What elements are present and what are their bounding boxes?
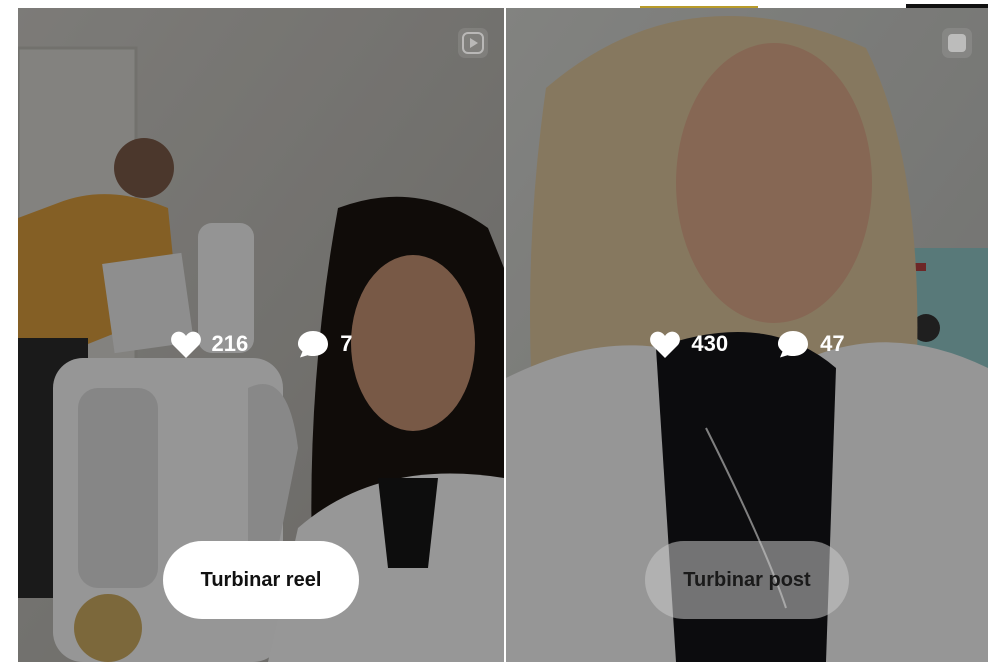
- comment-icon: [298, 331, 329, 358]
- boost-reel-button[interactable]: Turbinar reel: [163, 541, 359, 619]
- carousel-icon: [942, 28, 972, 58]
- comments-count: 7: [340, 331, 353, 356]
- post-grid: 216 7 Turbinar reel 430 47 Turbinar post: [0, 0, 988, 662]
- likes-stat: 216: [170, 324, 249, 364]
- comments-stat: 47: [776, 324, 845, 364]
- reel-icon: [458, 28, 488, 58]
- likes-stat: 430: [649, 324, 728, 364]
- post-stats: 430 47: [506, 324, 988, 364]
- heart-icon: [170, 331, 201, 358]
- grid-tile-post[interactable]: 430 47 Turbinar post: [506, 8, 988, 662]
- comments-stat: 7: [296, 324, 352, 364]
- likes-count: 216: [211, 331, 249, 356]
- boost-post-button[interactable]: Turbinar post: [645, 541, 849, 619]
- likes-count: 430: [691, 331, 729, 356]
- comment-icon: [778, 331, 809, 358]
- post-stats: 216 7: [18, 324, 504, 364]
- grid-tile-reel[interactable]: 216 7 Turbinar reel: [18, 8, 504, 662]
- heart-icon: [650, 331, 681, 358]
- comments-count: 47: [820, 331, 845, 356]
